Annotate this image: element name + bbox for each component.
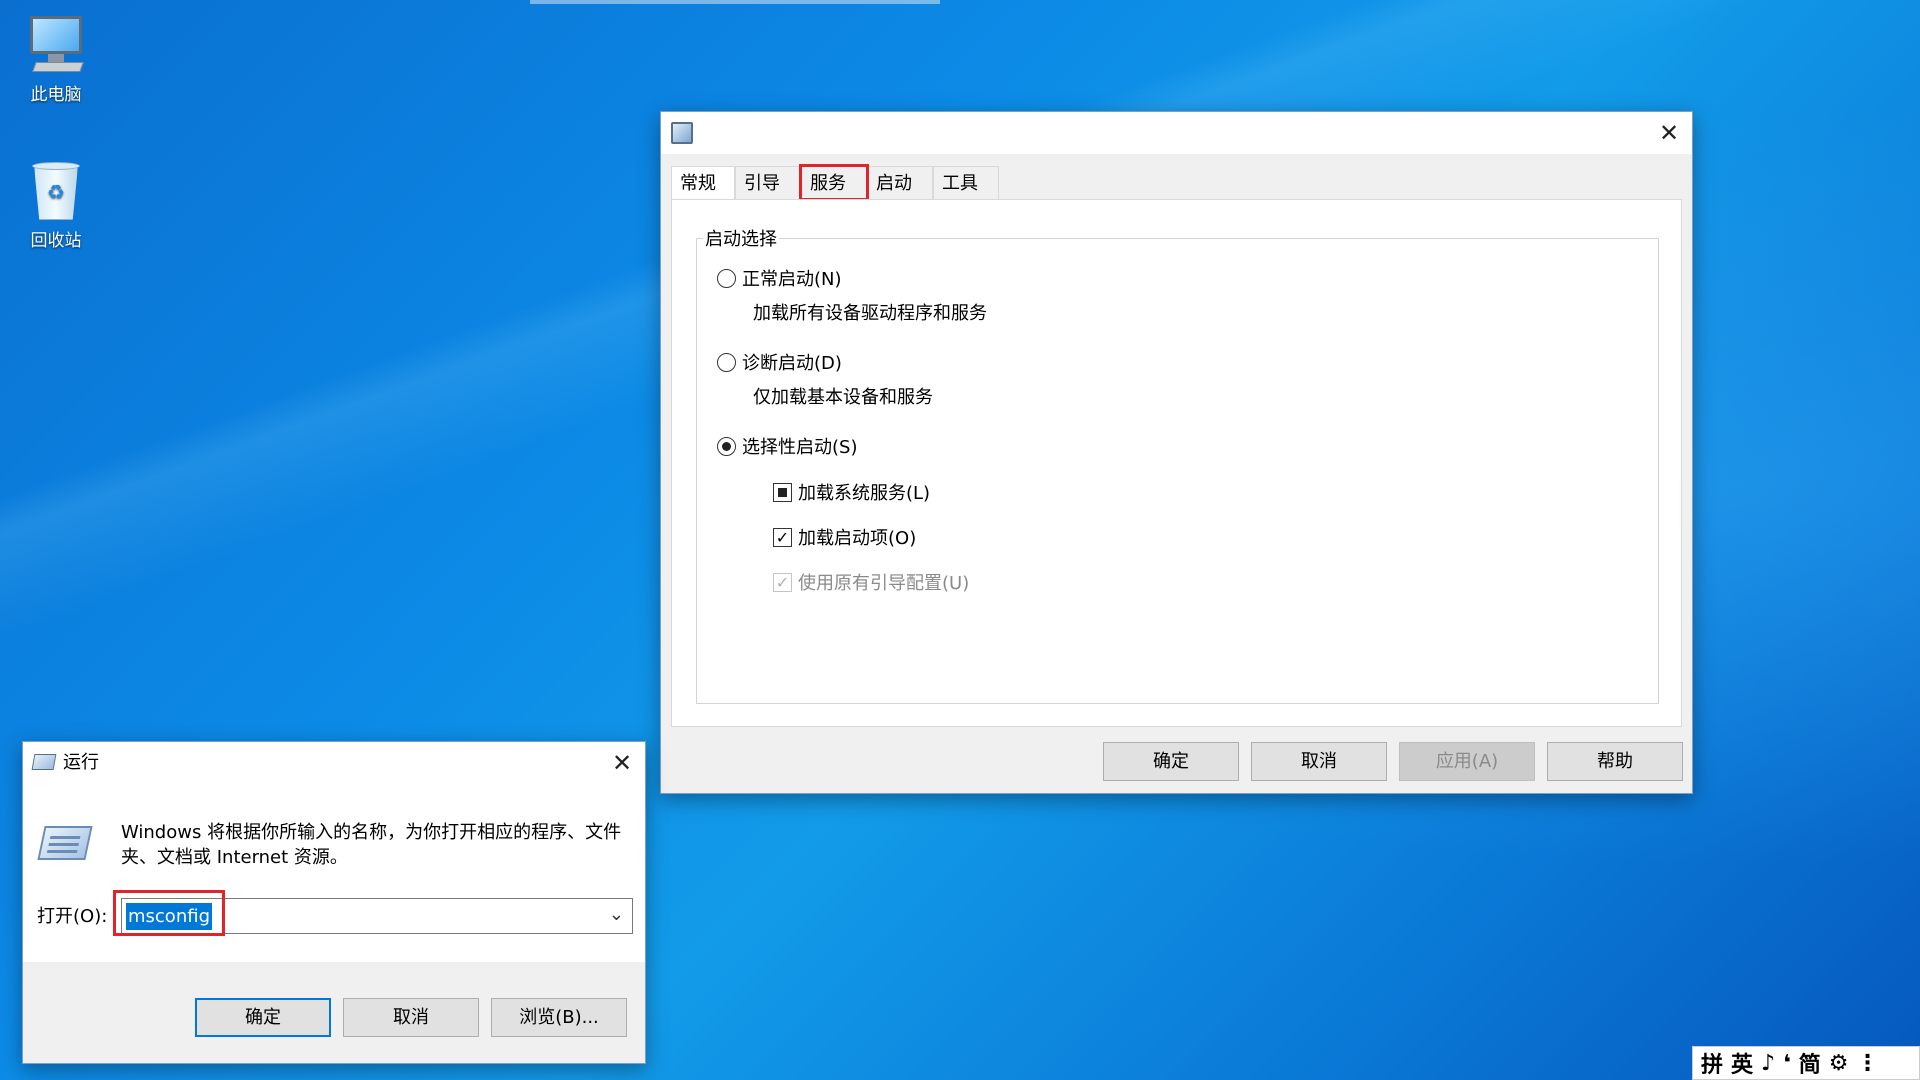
cancel-button[interactable]: 取消 (1251, 742, 1387, 781)
diagnostic-startup-desc: 仅加载基本设备和服务 (753, 387, 933, 408)
ok-button[interactable]: 确定 (195, 998, 331, 1037)
ime-settings-icon[interactable]: ⚙ (1829, 1051, 1849, 1076)
desktop-icon-recycle-bin[interactable]: ♻ 回收站 (8, 158, 104, 251)
ime-punctuation-icon[interactable]: ❛ (1783, 1051, 1791, 1076)
ime-moon-icon[interactable]: ♪ (1761, 1051, 1775, 1076)
check-label: 加载系统服务(L) (798, 483, 931, 504)
option-label: 选择性启动(S) (742, 437, 858, 458)
open-label: 打开(O): (37, 906, 108, 927)
computer-icon (24, 12, 88, 76)
ime-toolbar: 拼 英 ♪ ❛ 简 ⚙ ⋮ (1692, 1046, 1920, 1080)
radio-button[interactable] (717, 268, 736, 288)
window-title: 运行 (63, 752, 99, 773)
desktop-icon-label: 回收站 (30, 231, 82, 251)
checkbox-disabled: ✓ (773, 572, 792, 592)
ime-simplified-toggle[interactable]: 简 (1799, 1047, 1821, 1079)
normal-startup-option[interactable]: 正常启动(N) (717, 265, 842, 291)
browse-button[interactable]: 浏览(B)... (491, 998, 627, 1037)
general-tab-panel: 启动选择 正常启动(N) 加载所有设备驱动程序和服务 诊断启动(D) 仅加载基本… (671, 199, 1682, 727)
recycle-bin-icon: ♻ (24, 158, 88, 222)
title-bar[interactable]: 运行 ✕ (23, 742, 645, 784)
group-title: 启动选择 (703, 225, 779, 251)
tab-general[interactable]: 常规 (671, 166, 735, 200)
input-highlight (113, 890, 225, 936)
msconfig-app-icon (671, 122, 693, 144)
check-label: 使用原有引导配置(U) (798, 573, 970, 594)
apply-button: 应用(A) (1399, 742, 1535, 781)
tab-tools[interactable]: 工具 (933, 166, 999, 199)
use-original-boot-config-check: ✓ 使用原有引导配置(U) (773, 569, 969, 595)
run-icon (37, 826, 93, 860)
option-label: 诊断启动(D) (742, 353, 842, 374)
run-app-icon (31, 754, 57, 770)
ime-language-toggle[interactable]: 英 (1731, 1047, 1753, 1079)
run-description: Windows 将根据你所输入的名称，为你打开相应的程序、文件夹、文档或 Int… (121, 822, 622, 868)
ok-button[interactable]: 确定 (1103, 742, 1239, 781)
tab-boot[interactable]: 引导 (735, 166, 801, 199)
checkbox-indeterminate[interactable] (773, 482, 792, 502)
radio-button-selected[interactable] (717, 436, 736, 456)
title-bar[interactable]: ✕ (661, 112, 1692, 154)
tab-startup[interactable]: 启动 (867, 166, 933, 199)
option-label: 正常启动(N) (742, 269, 842, 290)
load-startup-items-check[interactable]: ✓ 加载启动项(O) (773, 524, 916, 550)
selective-startup-option[interactable]: 选择性启动(S) (717, 433, 857, 459)
radio-button[interactable] (717, 352, 736, 372)
services-tab-highlight (799, 164, 869, 201)
desktop-icon-label: 此电脑 (30, 85, 82, 105)
checkbox-checked[interactable]: ✓ (773, 527, 792, 547)
close-icon[interactable]: ✕ (1654, 118, 1684, 148)
load-system-services-check[interactable]: 加载系统服务(L) (773, 479, 930, 505)
diagnostic-startup-option[interactable]: 诊断启动(D) (717, 349, 842, 375)
close-icon[interactable]: ✕ (607, 748, 637, 778)
top-edge-glow (530, 0, 940, 4)
chevron-down-icon[interactable]: ⌄ (609, 904, 624, 925)
ime-more-icon[interactable]: ⋮ (1856, 1051, 1878, 1076)
normal-startup-desc: 加载所有设备驱动程序和服务 (753, 303, 987, 324)
help-button[interactable]: 帮助 (1547, 742, 1683, 781)
check-label: 加载启动项(O) (798, 528, 917, 549)
run-dialog: 运行 ✕ Windows 将根据你所输入的名称，为你打开相应的程序、文件夹、文档… (22, 741, 646, 1064)
ime-pinyin[interactable]: 拼 (1701, 1047, 1723, 1079)
system-configuration-window: ✕ 常规 引导 服务 启动 工具 启动选择 正常启动(N) 加载所有设备驱动程序… (660, 111, 1693, 794)
startup-selection-group: 启动选择 正常启动(N) 加载所有设备驱动程序和服务 诊断启动(D) 仅加载基本… (696, 225, 1659, 704)
desktop-icon-this-pc[interactable]: 此电脑 (8, 12, 104, 105)
cancel-button[interactable]: 取消 (343, 998, 479, 1037)
